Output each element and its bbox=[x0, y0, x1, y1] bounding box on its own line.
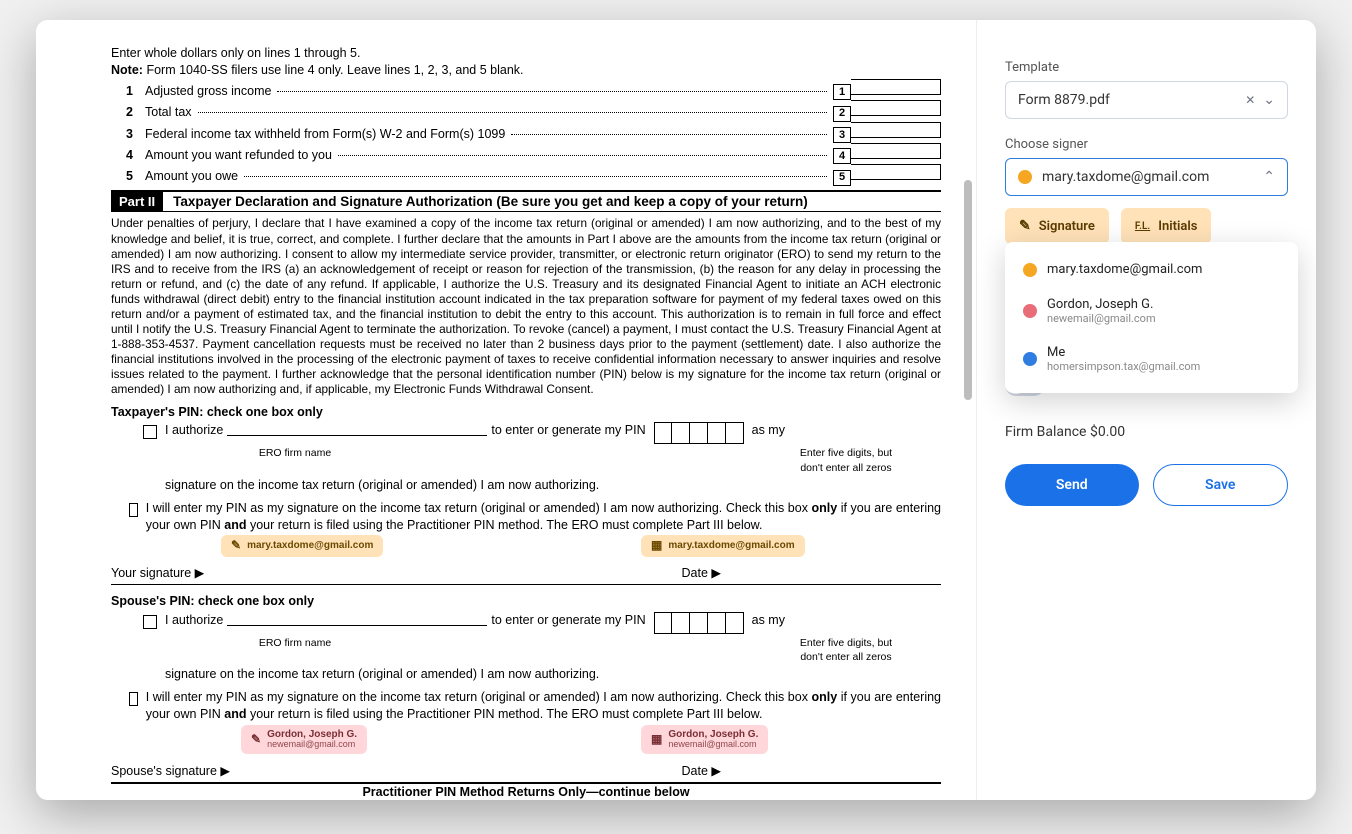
signature-icon: ✎ bbox=[1019, 218, 1031, 234]
avatar-dot-icon bbox=[1023, 263, 1037, 277]
line-3: 3Federal income tax withheld from Form(s… bbox=[111, 122, 941, 143]
practitioner-divider: Practitioner PIN Method Returns Only—con… bbox=[111, 784, 941, 800]
signer-option[interactable]: Gordon, Joseph G. newemail@gmail.com bbox=[1005, 287, 1298, 335]
your-signature-line: Your signature ▶ Date ▶ bbox=[111, 565, 941, 585]
checkbox-icon[interactable] bbox=[143, 425, 157, 439]
chevron-up-icon: ⌃ bbox=[1263, 169, 1275, 185]
signer-dropdown: mary.taxdome@gmail.com Gordon, Joseph G.… bbox=[1005, 242, 1298, 393]
initials-icon: F.L. bbox=[1135, 221, 1150, 232]
checkbox-icon[interactable] bbox=[143, 615, 157, 629]
signature-sidebar: Template Form 8879.pdf ✕ ⌄ Choose signer… bbox=[976, 20, 1316, 800]
spouse-pin-boxes bbox=[654, 612, 744, 634]
send-button[interactable]: Send bbox=[1005, 464, 1139, 506]
calendar-icon: ▦ bbox=[651, 733, 662, 746]
app-window: Enter whole dollars only on lines 1 thro… bbox=[36, 20, 1316, 800]
firm-balance: Firm Balance $0.00 bbox=[1005, 424, 1288, 440]
part-2-header: Part II Taxpayer Declaration and Signatu… bbox=[111, 190, 941, 213]
note-line: Note: Form 1040-SS filers use line 4 onl… bbox=[111, 62, 941, 79]
avatar-dot-icon bbox=[1023, 304, 1037, 318]
initials-field-button[interactable]: F.L. Initials bbox=[1121, 208, 1212, 244]
signer-select[interactable]: mary.taxdome@gmail.com ⌃ bbox=[1005, 158, 1288, 196]
taxpayer-pin-heading: Taxpayer's PIN: check one box only bbox=[111, 404, 941, 421]
date-field-tag[interactable]: ▦ mary.taxdome@gmail.com bbox=[641, 535, 805, 556]
avatar-dot-icon bbox=[1023, 352, 1037, 366]
document-pane: Enter whole dollars only on lines 1 thro… bbox=[36, 20, 976, 800]
scrollbar[interactable] bbox=[964, 20, 974, 800]
checkbox-icon[interactable] bbox=[129, 692, 138, 706]
chevron-down-icon: ⌄ bbox=[1263, 92, 1275, 108]
line-2: 2Total tax 2 bbox=[111, 100, 941, 121]
taxpayer-self-pin-row: I will enter my PIN as my signature on t… bbox=[111, 500, 941, 534]
save-button[interactable]: Save bbox=[1153, 464, 1289, 506]
signer-option[interactable]: Me homersimpson.tax@gmail.com bbox=[1005, 335, 1298, 383]
signature-field-button[interactable]: ✎ Signature bbox=[1005, 208, 1109, 244]
avatar-dot-icon bbox=[1018, 170, 1032, 184]
declaration-paragraph: Under penalties of perjury, I declare th… bbox=[111, 216, 941, 397]
line-1: 1Adjusted gross income 1 bbox=[111, 79, 941, 100]
signer-option[interactable]: mary.taxdome@gmail.com bbox=[1005, 252, 1298, 287]
template-select[interactable]: Form 8879.pdf ✕ ⌄ bbox=[1005, 81, 1288, 119]
signature-icon: ✎ bbox=[231, 539, 241, 552]
instruction-line: Enter whole dollars only on lines 1 thro… bbox=[111, 45, 941, 62]
line-4: 4Amount you want refunded to you 4 bbox=[111, 143, 941, 164]
choose-signer-label: Choose signer bbox=[1005, 137, 1288, 152]
spouse-authorize-row: I authorize to enter or generate my PIN … bbox=[111, 612, 941, 634]
signature-icon: ✎ bbox=[251, 733, 261, 746]
spouse-pin-heading: Spouse's PIN: check one box only bbox=[111, 593, 941, 610]
date-field-tag[interactable]: ▦ Gordon, Joseph G. newemail@gmail.com bbox=[641, 725, 768, 754]
spouse-self-pin-row: I will enter my PIN as my signature on t… bbox=[111, 689, 941, 723]
taxpayer-authorize-row: I authorize to enter or generate my PIN … bbox=[111, 422, 941, 444]
spouse-signature-line: Spouse's signature ▶ Date ▶ bbox=[111, 763, 941, 784]
signature-field-tag[interactable]: ✎ Gordon, Joseph G. newemail@gmail.com bbox=[241, 725, 367, 754]
checkbox-icon[interactable] bbox=[129, 503, 138, 517]
taxpayer-pin-boxes bbox=[654, 422, 744, 444]
signature-field-tag[interactable]: ✎ mary.taxdome@gmail.com bbox=[221, 535, 383, 556]
clear-icon[interactable]: ✕ bbox=[1245, 93, 1255, 107]
template-label: Template bbox=[1005, 60, 1288, 75]
line-5: 5Amount you owe 5 bbox=[111, 164, 941, 185]
calendar-icon: ▦ bbox=[651, 539, 662, 552]
